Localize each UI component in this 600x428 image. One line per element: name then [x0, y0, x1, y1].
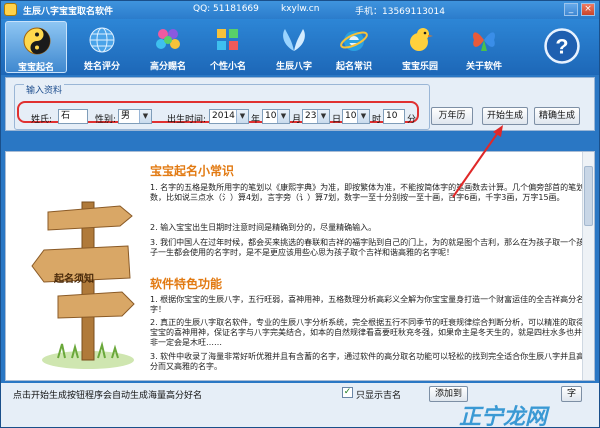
month-value: 10 — [265, 111, 277, 121]
precise-generate-button[interactable]: 精确生成 — [534, 107, 580, 125]
tip-paragraph-3: 3. 我们中国人在过年时候，都会买来挑选的春联和吉祥的福字贴到自己的门上，为的就… — [150, 238, 585, 257]
content-panel: 起名须知 宝宝起名小常识 1. 名字的五格是数所用字的笔划以《康熙字典》为准，即… — [5, 151, 595, 381]
ie-icon — [339, 25, 369, 55]
month-select[interactable]: 10 ▼ — [262, 109, 290, 124]
tool-name-score[interactable]: 姓名评分 — [71, 21, 133, 73]
tool-about[interactable]: 关于软件 — [453, 21, 515, 73]
tool-high-score[interactable]: 高分赐名 — [137, 21, 199, 73]
close-button[interactable]: × — [581, 3, 595, 16]
calendar-button[interactable]: 万年历 — [431, 107, 473, 125]
tool-help[interactable]: ? — [531, 21, 593, 73]
minimize-button[interactable]: _ — [564, 3, 578, 16]
site-text: kxylw.cn — [281, 4, 320, 14]
year-select[interactable]: 2014 ▼ — [209, 109, 249, 124]
only-lucky-label: 只显示吉名 — [356, 391, 402, 401]
chevron-down-icon: ▼ — [317, 110, 329, 123]
main-toolbar: 宝宝起名 姓名评分 高分赐名 个性小名 生辰八字 起名常识 宝宝乐园 关于软件 … — [1, 19, 599, 75]
tool-naming-knowledge[interactable]: 起名常识 — [323, 21, 385, 73]
day-value: 23 — [305, 111, 317, 121]
chevron-down-icon: ▼ — [236, 110, 248, 123]
tool-label: 生辰八字 — [275, 62, 312, 72]
content-scrollbar[interactable] — [582, 152, 594, 380]
title-bar[interactable]: 生辰八字宝宝取名软件 QQ: 51181669 kxylw.cn 手机：1356… — [1, 1, 599, 19]
day-select[interactable]: 23 ▼ — [302, 109, 330, 124]
tool-baby-naming[interactable]: 宝宝起名 — [5, 21, 67, 73]
tip-paragraph-1: 1. 名字的五格是数所用字的笔划以《康熙字典》为准，即按繁体为准，不能按简体字的… — [150, 183, 585, 202]
globe-icon — [87, 25, 117, 55]
surname-label: 姓氏: — [31, 115, 53, 125]
tips-title: 宝宝起名小常识 — [150, 164, 235, 178]
chevron-down-icon: ▼ — [277, 110, 289, 123]
help-icon: ? — [543, 27, 581, 65]
flower-icon — [153, 25, 183, 55]
status-bar: 点击开始生成按钮程序会自动生成海量高分好名 ✓ 只显示吉名 添加到 字 正宁龙网 — [1, 383, 599, 428]
start-generate-button[interactable]: 开始生成 — [482, 107, 528, 125]
blocks-icon — [213, 25, 243, 55]
svg-text:?: ? — [555, 35, 568, 59]
wings-icon — [279, 25, 309, 55]
butterfly-icon — [469, 25, 499, 55]
tool-label: 宝宝乐园 — [401, 62, 438, 72]
birth-label: 出生时间: — [167, 115, 207, 125]
hour-value: 10 — [345, 111, 357, 121]
day-unit: 日 — [332, 115, 342, 125]
minute-unit: 分 — [407, 115, 417, 125]
tool-bazi[interactable]: 生辰八字 — [263, 21, 325, 73]
minute-input[interactable]: 10 — [383, 109, 405, 124]
tool-baby-park[interactable]: 宝宝乐园 — [389, 21, 451, 73]
gender-label: 性别: — [95, 115, 117, 125]
app-logo-icon — [4, 3, 17, 16]
status-text: 点击开始生成按钮程序会自动生成海量高分好名 — [13, 391, 203, 401]
qq-text: QQ: 51181669 — [193, 4, 259, 14]
gender-value: 男 — [121, 111, 131, 121]
tip-paragraph-2: 2. 输入宝宝出生日期时注意时间是精确到分的，尽量精确输入。 — [150, 223, 377, 232]
app-window: 生辰八字宝宝取名软件 QQ: 51181669 kxylw.cn 手机：1356… — [0, 0, 600, 428]
phone-text: 手机：13569113014 — [355, 7, 445, 17]
tool-nickname[interactable]: 个性小名 — [197, 21, 259, 73]
watermark-logo: 正宁龙网 — [459, 405, 548, 428]
year-value: 2014 — [212, 111, 235, 121]
year-unit: 年 — [251, 115, 261, 125]
gender-select[interactable]: 男 ▼ — [118, 109, 152, 124]
name-list-button[interactable]: 字 — [561, 386, 583, 402]
surname-input[interactable]: 石 — [58, 109, 88, 124]
feature-paragraph-2: 2. 真正的生辰八字取名软件，专业的生辰八字分析系统，完全根据五行不同季节的旺衰… — [150, 318, 585, 347]
tool-label: 姓名评分 — [83, 62, 120, 72]
sign-text: 起名须知 — [54, 274, 94, 285]
yin-yang-icon — [22, 26, 52, 56]
feature-paragraph-1: 1. 根据你宝宝的生辰八字，五行旺弱，喜神用神，五格数理分析高彩义全解为你宝宝量… — [150, 295, 585, 314]
feature-paragraph-3: 3. 软件中收录了海量非常好听优雅并且有含蓄的名字，通过软件的高分取名功能可以轻… — [150, 352, 585, 371]
tool-label: 个性小名 — [209, 62, 246, 72]
hour-select[interactable]: 10 ▼ — [342, 109, 370, 124]
tool-label: 关于软件 — [465, 62, 502, 72]
tool-label: 起名常识 — [335, 62, 372, 72]
tool-label: 高分赐名 — [149, 62, 186, 72]
features-title: 软件特色功能 — [150, 277, 223, 291]
fieldset-legend: 输入资料 — [24, 83, 65, 96]
only-lucky-checkbox[interactable]: ✓ — [342, 387, 353, 398]
hour-unit: 时 — [372, 115, 382, 125]
app-title: 生辰八字宝宝取名软件 — [23, 7, 114, 17]
chevron-down-icon: ▼ — [357, 110, 369, 123]
duck-icon — [405, 25, 435, 55]
month-unit: 月 — [292, 115, 302, 125]
scroll-thumb[interactable] — [584, 166, 593, 226]
tool-label: 宝宝起名 — [17, 63, 54, 73]
chevron-down-icon: ▼ — [139, 110, 151, 123]
